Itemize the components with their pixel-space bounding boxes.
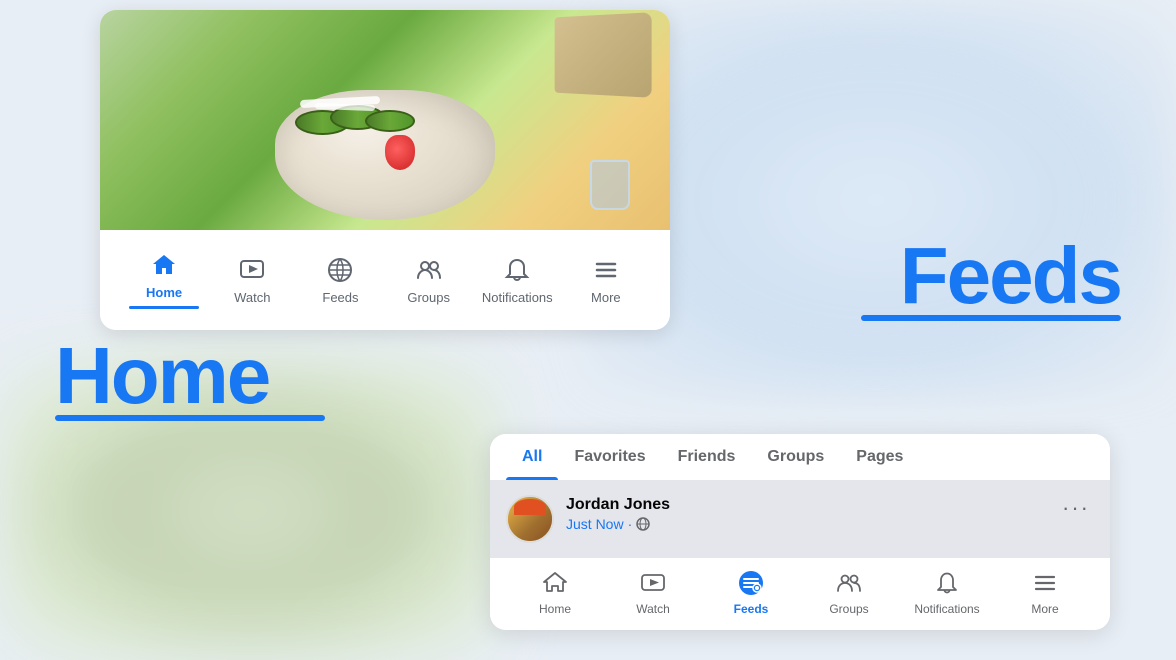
food-image (100, 10, 670, 230)
avatar-image (508, 497, 552, 541)
top-navigation-bar: Home Watch (100, 230, 670, 330)
bottom-navigation-bar: Home Watch (490, 557, 1110, 630)
watch-icon (236, 254, 268, 286)
feeds-large-label: Feeds (900, 230, 1121, 322)
groups-icon (413, 254, 445, 286)
tab-groups[interactable]: Groups (751, 434, 840, 480)
home-underline (55, 415, 325, 421)
bottom-notifications-icon (932, 568, 962, 598)
top-nav-feeds-label: Feeds (322, 290, 358, 305)
tab-friends[interactable]: Friends (662, 434, 752, 480)
more-icon (590, 254, 622, 286)
bottom-groups-icon (834, 568, 864, 598)
home-large-label: Home (55, 330, 269, 422)
top-nav-watch[interactable]: Watch (217, 254, 287, 305)
post-more-button[interactable]: ··· (1058, 495, 1094, 521)
bottom-nav-feeds[interactable]: Feeds (711, 568, 791, 616)
post-time-dot: · (628, 516, 633, 532)
top-nav-watch-label: Watch (234, 290, 270, 305)
bottom-nav-watch-label: Watch (636, 602, 670, 616)
tab-all[interactable]: All (506, 434, 558, 480)
post-metadata: Jordan Jones Just Now · (566, 495, 1046, 532)
tab-pages[interactable]: Pages (840, 434, 919, 480)
active-indicator (129, 306, 199, 309)
top-nav-groups[interactable]: Groups (394, 254, 464, 305)
avatar-hat (514, 499, 546, 515)
post-time-text: Just Now (566, 516, 624, 532)
bottom-nav-notifications-label: Notifications (914, 602, 979, 616)
globe-icon (636, 517, 650, 531)
top-nav-more[interactable]: More (571, 254, 641, 305)
bowl (275, 90, 495, 220)
feeds-icon (324, 254, 356, 286)
bottom-nav-feeds-label: Feeds (734, 602, 769, 616)
bottom-nav-more[interactable]: More (1005, 568, 1085, 616)
top-nav-notifications[interactable]: Notifications (482, 254, 553, 305)
bottom-nav-more-label: More (1031, 602, 1058, 616)
glass-decoration (590, 160, 630, 210)
bottom-feeds-icon (736, 568, 766, 598)
top-nav-home-label: Home (146, 285, 182, 300)
bottom-home-icon (540, 568, 570, 598)
notifications-icon (501, 254, 533, 286)
book-decoration (555, 12, 652, 98)
feeds-card: All Favorites Friends Groups Pages Jorda… (490, 434, 1110, 630)
top-nav-card: Home Watch (100, 10, 670, 330)
bottom-nav-groups-label: Groups (829, 602, 868, 616)
home-icon (148, 249, 180, 281)
feeds-tab-bar: All Favorites Friends Groups Pages (490, 434, 1110, 481)
top-nav-groups-label: Groups (407, 290, 450, 305)
strawberry-decoration (385, 135, 415, 170)
bottom-nav-watch[interactable]: Watch (613, 568, 693, 616)
post-time: Just Now · (566, 516, 1046, 532)
tab-favorites[interactable]: Favorites (558, 434, 661, 480)
bottom-more-icon (1030, 568, 1060, 598)
avatar (506, 495, 554, 543)
top-nav-feeds[interactable]: Feeds (305, 254, 375, 305)
top-nav-notifications-label: Notifications (482, 290, 553, 305)
top-nav-home[interactable]: Home (129, 249, 199, 309)
bottom-nav-notifications[interactable]: Notifications (907, 568, 987, 616)
feeds-underline (861, 315, 1121, 321)
top-nav-more-label: More (591, 290, 621, 305)
bottom-nav-groups[interactable]: Groups (809, 568, 889, 616)
bottom-watch-icon (638, 568, 668, 598)
bottom-nav-home-label: Home (539, 602, 571, 616)
post-author-name: Jordan Jones (566, 495, 1046, 514)
post-preview: Jordan Jones Just Now · ··· (490, 481, 1110, 557)
bottom-nav-home[interactable]: Home (515, 568, 595, 616)
